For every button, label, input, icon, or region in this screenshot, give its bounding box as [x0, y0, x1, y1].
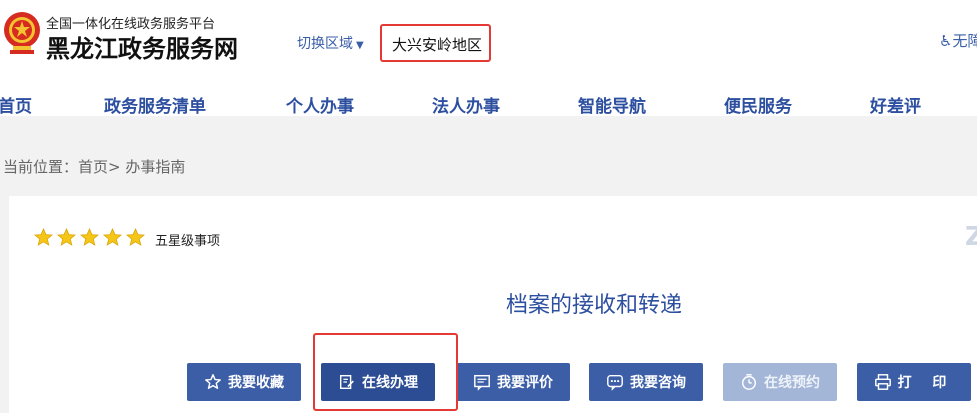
appointment-button: 在线预约 [723, 363, 837, 401]
breadcrumb: 当前位置：首页> 办事指南 [3, 156, 185, 177]
nav-item-convenience[interactable]: 便民服务 [724, 92, 792, 117]
appointment-label: 在线预约 [764, 375, 820, 391]
region-switch-label: 切换区域 [297, 36, 353, 52]
nav-item-service-list[interactable]: 政务服务清单 [104, 92, 206, 117]
site-header: 全国一体化在线政务服务平台 黑龙江政务服务网 切换区域 ▼ 大兴安岭地区 ♿无障 [0, 0, 977, 72]
evaluate-button[interactable]: 我要评价 [456, 363, 570, 401]
print-button[interactable]: 打 印 [857, 363, 971, 401]
nav-item-evaluation[interactable]: 好差评 [870, 92, 921, 117]
nav-item-smart-navigation[interactable]: 智能导航 [578, 92, 646, 117]
main-nav: 首页 政务服务清单 个人办事 法人办事 智能导航 便民服务 好差评 [0, 72, 977, 117]
printer-icon [874, 374, 891, 390]
item-title: 档案的接收和转递 [506, 293, 683, 318]
nav-item-home[interactable]: 首页 [0, 92, 32, 117]
clock-icon [741, 374, 757, 390]
star-icon [80, 228, 99, 246]
comment-list-icon [474, 374, 490, 391]
national-emblem-icon [4, 12, 40, 54]
consult-label: 我要咨询 [630, 375, 686, 391]
site-title[interactable]: 黑龙江政务服务网 [46, 29, 238, 64]
print-label: 打 印 [897, 375, 955, 391]
nav-item-personal[interactable]: 个人办事 [286, 92, 354, 117]
favorite-label: 我要收藏 [228, 375, 284, 391]
star-level-label: 五星级事项 [155, 234, 221, 249]
breadcrumb-prefix: 当前位置： [3, 158, 79, 176]
wheelchair-icon: ♿ [939, 32, 953, 50]
star-rating [34, 228, 145, 247]
breadcrumb-separator: > [108, 158, 121, 176]
favorite-button[interactable]: 我要收藏 [187, 363, 301, 401]
chat-bubble-icon [607, 374, 623, 391]
current-region[interactable]: 大兴安岭地区 [380, 24, 491, 62]
star-outline-icon [205, 374, 221, 390]
consult-button[interactable]: 我要咨询 [589, 363, 703, 401]
caret-down-icon: ▼ [356, 40, 364, 51]
star-icon [34, 228, 53, 246]
evaluate-label: 我要评价 [497, 375, 553, 391]
region-switch-button[interactable]: 切换区域 ▼ [297, 33, 364, 53]
star-icon [57, 228, 76, 246]
breadcrumb-home-link[interactable]: 首页 [78, 158, 108, 176]
breadcrumb-current: 办事指南 [125, 158, 186, 176]
decorative-corner-icon: Z [965, 222, 977, 252]
online-handle-highlight [313, 333, 458, 411]
nav-item-legal-person[interactable]: 法人办事 [432, 92, 500, 117]
star-icon [126, 228, 145, 246]
accessibility-link[interactable]: ♿无障 [939, 30, 977, 51]
star-icon [103, 228, 122, 246]
accessibility-label: 无障 [952, 32, 977, 50]
